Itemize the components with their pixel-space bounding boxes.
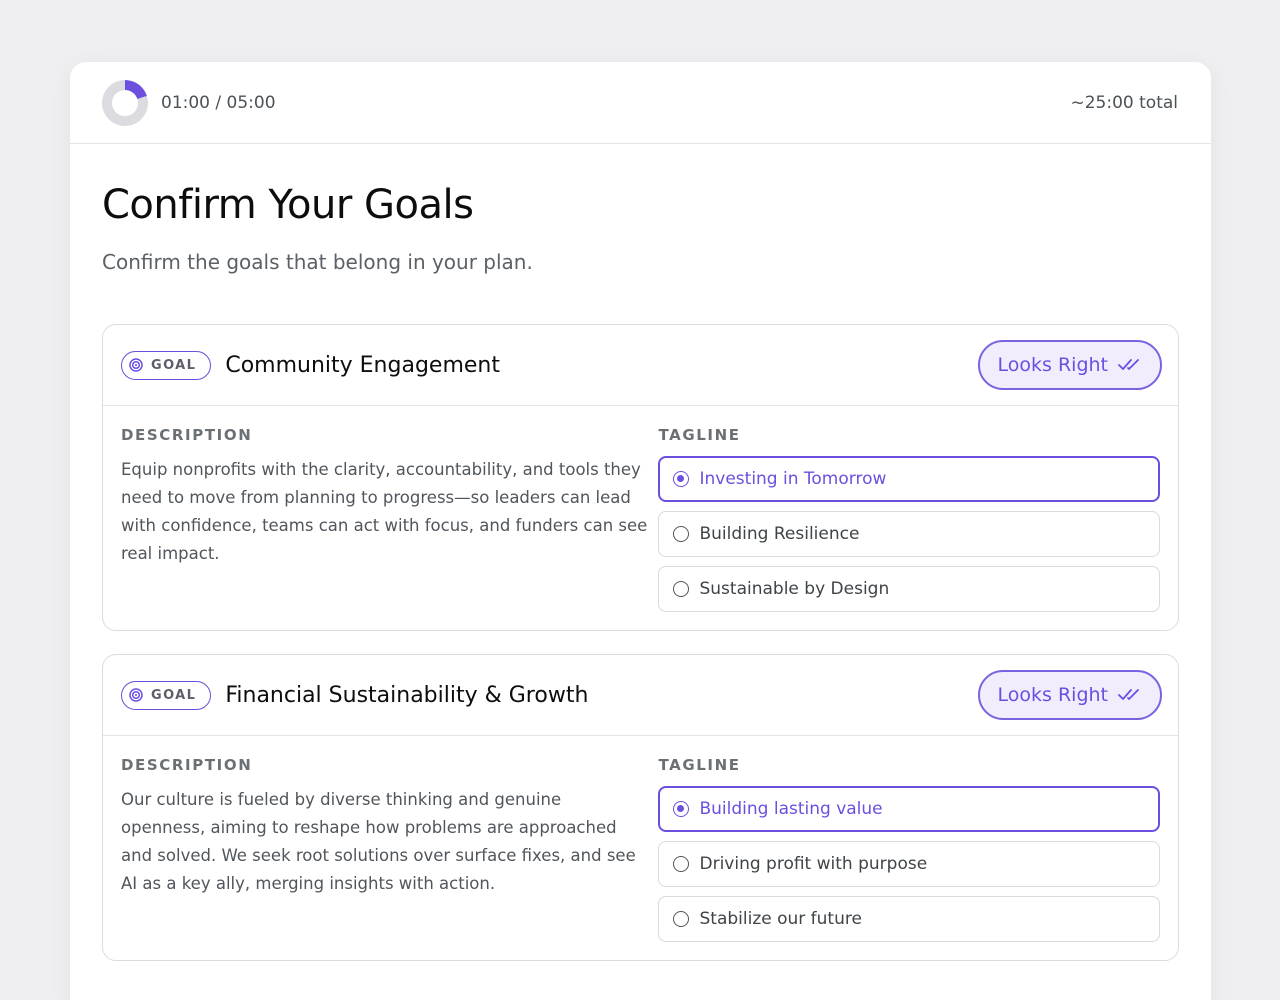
tagline-option-label: Sustainable by Design	[699, 579, 890, 599]
tagline-option-label: Stabilize our future	[699, 909, 862, 929]
tagline-label: TAGLINE	[658, 426, 741, 444]
timer: 01:00 / 05:00	[102, 79, 276, 126]
tagline-option-selected[interactable]: Building lasting value	[658, 786, 1160, 832]
page-title: Confirm Your Goals	[102, 182, 474, 228]
tagline-option-selected[interactable]: Investing in Tomorrow	[658, 456, 1160, 502]
target-icon	[129, 358, 143, 372]
looks-right-button[interactable]: Looks Right	[977, 340, 1162, 390]
tagline-option-label: Investing in Tomorrow	[699, 469, 887, 489]
goal-card: GOAL Community Engagement Looks Right DE…	[102, 324, 1179, 631]
tagline-option[interactable]: Stabilize our future	[658, 896, 1160, 942]
double-check-icon	[1118, 359, 1139, 370]
tagline-option[interactable]: Driving profit with purpose	[658, 841, 1160, 887]
looks-right-label: Looks Right	[997, 354, 1108, 376]
total-time: ~25:00 total	[1070, 92, 1178, 113]
description-label: DESCRIPTION	[121, 426, 253, 444]
radio-selected-icon	[673, 801, 690, 817]
tagline-section: TAGLINE Building lasting value Driving p…	[658, 756, 1160, 942]
goal-card: GOAL Financial Sustainability & Growth L…	[102, 654, 1179, 961]
looks-right-label: Looks Right	[997, 684, 1108, 706]
goal-badge: GOAL	[121, 680, 212, 710]
goal-badge-label: GOAL	[151, 357, 197, 373]
target-icon	[129, 688, 143, 702]
description-section: DESCRIPTION Equip nonprofits with the cl…	[121, 426, 658, 612]
tagline-option[interactable]: Building Resilience	[658, 511, 1160, 557]
description-text: Our culture is fueled by diverse thinkin…	[121, 790, 636, 893]
tagline-option-label: Building lasting value	[699, 799, 883, 819]
radio-selected-icon	[673, 471, 690, 487]
main-content: Confirm Your Goals Confirm the goals tha…	[70, 182, 1211, 961]
tagline-option[interactable]: Sustainable by Design	[658, 566, 1160, 612]
progress-ring-icon	[102, 79, 148, 126]
top-bar: 01:00 / 05:00 ~25:00 total	[70, 62, 1211, 144]
timer-text: 01:00 / 05:00	[161, 92, 276, 113]
radio-icon	[673, 581, 690, 597]
description-label: DESCRIPTION	[121, 756, 253, 774]
radio-icon	[673, 856, 690, 872]
description-section: DESCRIPTION Our culture is fueled by div…	[121, 756, 658, 942]
tagline-option-label: Building Resilience	[699, 524, 860, 544]
tagline-option-label: Driving profit with purpose	[699, 854, 928, 874]
page-subtitle: Confirm the goals that belong in your pl…	[102, 250, 533, 274]
goal-title: Community Engagement	[225, 352, 500, 378]
double-check-icon	[1118, 689, 1139, 700]
goal-card-body: DESCRIPTION Equip nonprofits with the cl…	[103, 406, 1178, 630]
goal-badge-label: GOAL	[151, 687, 197, 703]
goal-card-header: GOAL Financial Sustainability & Growth L…	[103, 655, 1178, 736]
tagline-section: TAGLINE Investing in Tomorrow Building R…	[658, 426, 1160, 612]
goal-title: Financial Sustainability & Growth	[225, 682, 589, 708]
goals-panel: 01:00 / 05:00 ~25:00 total Confirm Your …	[70, 62, 1211, 1000]
looks-right-button[interactable]: Looks Right	[977, 670, 1162, 720]
tagline-label: TAGLINE	[658, 756, 741, 774]
goal-card-header: GOAL Community Engagement Looks Right	[103, 325, 1178, 406]
goal-badge: GOAL	[121, 350, 212, 380]
radio-icon	[673, 911, 690, 927]
goal-card-body: DESCRIPTION Our culture is fueled by div…	[103, 736, 1178, 960]
radio-icon	[673, 526, 690, 542]
description-text: Equip nonprofits with the clarity, accou…	[121, 460, 648, 563]
